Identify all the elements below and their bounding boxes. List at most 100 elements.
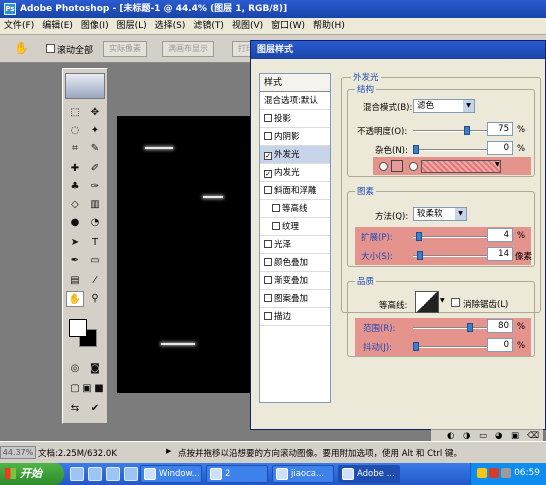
- brush-tool-icon[interactable]: ✐: [86, 161, 104, 177]
- style-item[interactable]: 斜面和浮雕: [260, 182, 330, 200]
- standard-mode-icon[interactable]: ◎: [66, 361, 84, 377]
- imageready-icon[interactable]: ⇆: [66, 401, 84, 417]
- size-input[interactable]: 14: [487, 247, 513, 261]
- layer-effects-icon[interactable]: ◐: [447, 431, 454, 441]
- style-item[interactable]: 混合选项:默认: [260, 92, 330, 110]
- style-item[interactable]: 图案叠加: [260, 290, 330, 308]
- quicklaunch-ie-icon[interactable]: [70, 467, 84, 481]
- glow-color-swatch[interactable]: [391, 160, 403, 172]
- menu-window[interactable]: 窗口(W): [267, 18, 309, 35]
- crop-tool-icon[interactable]: ⌗: [66, 141, 84, 157]
- menu-edit[interactable]: 编辑(E): [38, 18, 77, 35]
- screen-mode-3-icon[interactable]: ■: [90, 381, 108, 397]
- hand-tool-icon[interactable]: ✋: [14, 41, 29, 55]
- task-photoshop[interactable]: Adobe ...: [338, 465, 400, 483]
- glow-gradient-picker[interactable]: [421, 160, 501, 173]
- move-tool-icon[interactable]: ✥: [86, 105, 104, 121]
- gradient-dropdown-arrow-icon[interactable]: ▼: [495, 161, 500, 168]
- clone-stamp-icon[interactable]: ♣: [66, 179, 84, 195]
- style-checkbox[interactable]: ✓: [264, 152, 272, 160]
- quickmask-mode-icon[interactable]: ◙: [86, 361, 104, 377]
- style-item[interactable]: 渐变叠加: [260, 272, 330, 290]
- menu-select[interactable]: 选择(S): [151, 18, 190, 35]
- styles-header[interactable]: 样式: [260, 74, 330, 92]
- contour-picker[interactable]: [415, 291, 439, 313]
- style-checkbox[interactable]: ✓: [264, 170, 272, 178]
- style-checkbox[interactable]: [272, 222, 280, 230]
- blend-mode-select[interactable]: 滤色 ▼: [413, 99, 475, 113]
- spread-slider[interactable]: [413, 232, 487, 241]
- style-item[interactable]: 内阴影: [260, 128, 330, 146]
- blur-tool-icon[interactable]: ●: [66, 215, 84, 231]
- style-item[interactable]: 光泽: [260, 236, 330, 254]
- noise-slider[interactable]: [413, 145, 487, 154]
- task-folder[interactable]: 2: [206, 465, 268, 483]
- jump-imageready-icon[interactable]: ✔: [86, 401, 104, 417]
- menu-help[interactable]: 帮助(H): [309, 18, 349, 35]
- task-jiaocai[interactable]: jiaoca...: [272, 465, 334, 483]
- pen-tool-icon[interactable]: ✒: [66, 253, 84, 269]
- style-checkbox[interactable]: [264, 276, 272, 284]
- layer-mask-icon[interactable]: ◑: [463, 431, 470, 441]
- history-brush-icon[interactable]: ✑: [86, 179, 104, 195]
- style-item[interactable]: 等高线: [260, 200, 330, 218]
- gradient-radio[interactable]: [409, 162, 418, 171]
- hand-tool-selected-icon[interactable]: ✋: [66, 291, 84, 307]
- eyedropper-icon[interactable]: ⁄: [86, 273, 104, 289]
- opacity-slider-thumb[interactable]: [464, 126, 470, 135]
- notes-tool-icon[interactable]: ▤: [66, 273, 84, 289]
- quicklaunch-media-icon[interactable]: [124, 467, 138, 481]
- actual-pixels-button[interactable]: 实际像素: [103, 41, 147, 57]
- menu-image[interactable]: 图像(I): [77, 18, 113, 35]
- style-item[interactable]: ✓ 内发光: [260, 164, 330, 182]
- spread-input[interactable]: 4: [487, 228, 513, 242]
- style-item[interactable]: 颜色叠加: [260, 254, 330, 272]
- adjustment-layer-icon[interactable]: ◕: [495, 431, 502, 441]
- scroll-all-checkbox[interactable]: [46, 44, 55, 53]
- marquee-tool-icon[interactable]: ⬚: [66, 105, 84, 121]
- menu-layer[interactable]: 图层(L): [113, 18, 151, 35]
- volume-icon[interactable]: [501, 468, 511, 478]
- jitter-slider-thumb[interactable]: [413, 342, 419, 351]
- style-item[interactable]: 投影: [260, 110, 330, 128]
- opacity-input[interactable]: 75: [487, 122, 513, 136]
- zoom-field[interactable]: 44.37%: [0, 446, 36, 459]
- menu-filter[interactable]: 滤镜(T): [189, 18, 228, 35]
- shield-icon[interactable]: [477, 468, 487, 478]
- style-checkbox[interactable]: [264, 186, 272, 194]
- anti-aliased-checkbox[interactable]: [451, 298, 460, 307]
- size-slider-thumb[interactable]: [417, 251, 423, 260]
- foreground-color-swatch[interactable]: [69, 319, 87, 337]
- style-checkbox[interactable]: [264, 258, 272, 266]
- new-set-icon[interactable]: ▭: [479, 431, 487, 441]
- style-item[interactable]: 描边: [260, 308, 330, 326]
- magic-wand-icon[interactable]: ✦: [86, 123, 104, 139]
- lasso-tool-icon[interactable]: ◌: [66, 123, 84, 139]
- style-checkbox[interactable]: [264, 132, 272, 140]
- style-checkbox[interactable]: [272, 204, 280, 212]
- play-arrow-icon[interactable]: ▶: [166, 447, 171, 455]
- start-button[interactable]: 开始: [0, 463, 64, 485]
- menu-file[interactable]: 文件(F): [0, 18, 38, 35]
- noise-input[interactable]: 0: [487, 141, 513, 155]
- document-size[interactable]: 文档:2.25M/632.0K: [38, 447, 117, 459]
- path-select-icon[interactable]: ➤: [66, 235, 84, 251]
- clock[interactable]: 06:59: [514, 468, 540, 478]
- type-tool-icon[interactable]: T: [86, 235, 104, 251]
- task-windows[interactable]: Window...: [140, 465, 202, 483]
- document-canvas[interactable]: [117, 116, 250, 393]
- jitter-input[interactable]: 0: [487, 338, 513, 352]
- eraser-tool-icon[interactable]: ◇: [66, 197, 84, 213]
- quicklaunch-desktop-icon[interactable]: [106, 467, 120, 481]
- new-layer-icon[interactable]: ▣: [511, 431, 519, 441]
- range-input[interactable]: 80: [487, 319, 513, 333]
- dodge-tool-icon[interactable]: ◔: [86, 215, 104, 231]
- style-item[interactable]: ✓ 外发光: [260, 146, 330, 164]
- range-slider-thumb[interactable]: [467, 323, 473, 332]
- size-slider[interactable]: [413, 251, 487, 260]
- menu-view[interactable]: 视图(V): [228, 18, 267, 35]
- opacity-slider[interactable]: [413, 126, 487, 135]
- healing-brush-icon[interactable]: ✚: [66, 161, 84, 177]
- jitter-slider[interactable]: [413, 342, 487, 351]
- slice-tool-icon[interactable]: ✎: [86, 141, 104, 157]
